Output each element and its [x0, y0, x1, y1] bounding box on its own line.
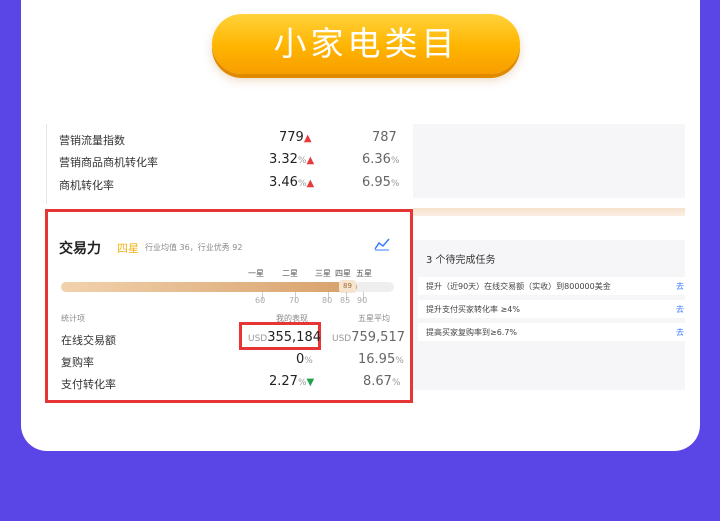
tick-label: 60	[255, 296, 266, 305]
progress-marker: 89	[339, 280, 356, 293]
progress-fill	[61, 282, 358, 292]
tick-label: 90	[357, 296, 368, 305]
right-panel-top	[413, 124, 685, 198]
metric-label: 复购率	[61, 356, 94, 369]
metric-label: 商机转化率	[59, 179, 114, 192]
section-title: 交易力	[59, 241, 101, 257]
task-text: 提升支付买家转化率 ≥4%	[426, 305, 520, 314]
trade-row-gmv: 在线交易额 USD355,184 USD759,517	[61, 329, 405, 349]
metric-avg: 8.67%	[363, 374, 401, 389]
category-banner: 小家电类目	[212, 14, 520, 74]
tick-label: 85	[340, 296, 351, 305]
metric-row-product-conversion: 营销商品商机转化率 3.32%▲ 6.36%	[59, 151, 400, 171]
tick-label: 80	[322, 296, 333, 305]
task-go-link[interactable]: 去	[676, 281, 684, 292]
metric-label: 营销商品商机转化率	[59, 156, 158, 169]
task-text: 提升（近90天）在线交易额（实收）到800000美金	[426, 282, 611, 291]
tasks-title: 3 个待完成任务	[426, 255, 496, 266]
metric-value: USD355,184	[248, 330, 321, 345]
up-arrow-icon: ▲	[303, 133, 312, 144]
star-label-4: 四星	[335, 269, 351, 278]
up-arrow-icon: ▲	[306, 178, 315, 189]
section-separator	[413, 208, 685, 216]
trade-row-repurchase: 复购率 0% 16.95%	[61, 351, 404, 371]
task-go-link[interactable]: 去	[676, 327, 684, 338]
task-item[interactable]: 提高买家复购率到≥6.7% 去	[418, 323, 685, 341]
line-chart-icon[interactable]	[374, 237, 390, 251]
task-item[interactable]: 提升支付买家转化率 ≥4% 去	[418, 300, 685, 318]
metric-row-opportunity-conversion: 商机转化率 3.46%▲ 6.95%	[59, 174, 400, 194]
metric-value: 0%	[296, 352, 313, 367]
star-level: 四星	[117, 242, 139, 255]
metric-value: 3.32%▲	[269, 152, 315, 167]
star-label-2: 二星	[282, 269, 298, 278]
metric-row-traffic: 营销流量指数 779▲ 787	[59, 129, 399, 149]
column-header-five-star: 五星平均	[358, 314, 390, 323]
trade-row-payment-conversion: 支付转化率 2.27%▼ 8.67%	[61, 373, 401, 393]
tick-label: 70	[289, 296, 300, 305]
star-label-3: 三星	[315, 269, 331, 278]
task-item[interactable]: 提升（近90天）在线交易额（实收）到800000美金 去	[418, 277, 685, 295]
metric-value: 2.27%▼	[269, 374, 315, 389]
metric-avg: 16.95%	[358, 352, 404, 367]
metric-avg: USD759,517	[332, 330, 405, 345]
up-arrow-icon: ▲	[306, 155, 315, 166]
metric-value: 3.46%▲	[269, 175, 315, 190]
star-label-5: 五星	[356, 269, 372, 278]
star-label-1: 一星	[248, 269, 264, 278]
industry-benchmark: 行业均值 36，行业优秀 92	[145, 243, 243, 252]
column-header-metric: 统计项	[61, 314, 85, 323]
down-arrow-icon: ▼	[306, 377, 315, 388]
metric-avg: 6.95%	[362, 175, 400, 190]
task-go-link[interactable]: 去	[676, 304, 684, 315]
metric-label: 营销流量指数	[59, 134, 125, 147]
metric-label: 支付转化率	[61, 378, 116, 391]
metric-value: 779▲	[279, 130, 312, 145]
task-text: 提高买家复购率到≥6.7%	[426, 328, 518, 337]
metric-label: 在线交易额	[61, 334, 116, 347]
metric-avg: 6.36%	[362, 152, 400, 167]
metric-avg: 787	[372, 130, 397, 145]
divider	[46, 124, 47, 204]
